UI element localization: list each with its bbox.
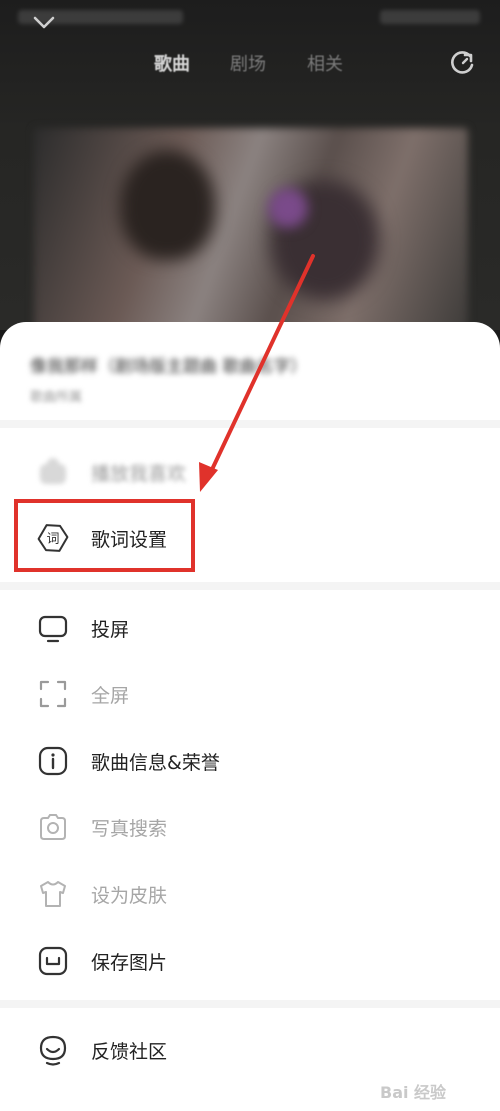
song-subtitle: 歌曲所属 [30,390,83,405]
user-icon [40,458,66,484]
menu-item-photo-search[interactable]: 写真搜索 [36,806,466,846]
feedback-icon [39,1035,67,1066]
chevron-down-icon[interactable] [30,10,58,34]
divider [0,420,500,428]
menu-item-label: 设为皮肤 [91,885,168,907]
menu-item-feedback[interactable]: 反馈社区 [36,1029,466,1069]
photo-figure-left [120,150,215,260]
status-bar [0,0,500,36]
status-bar-right [380,10,480,24]
photo-accent [268,188,308,228]
menu-item-label: 播放我喜欢 [91,463,187,485]
player-background: 歌曲 剧场 相关 [0,0,500,338]
tshirt-icon [40,881,66,907]
menu-item-set-skin[interactable]: 设为皮肤 [36,873,466,913]
album-photo [34,128,468,338]
fullscreen-icon [39,680,67,708]
highlight-box [14,499,195,572]
menu-item-label: 反馈社区 [91,1041,168,1063]
menu-item-label: 全屏 [91,685,130,707]
menu-item-label: 写真搜索 [91,818,168,840]
watermark: Bai 经验 [380,1077,492,1105]
tab-related[interactable]: 相关 [307,50,343,76]
save-image-icon [38,946,68,976]
menu-item-blurred[interactable]: 播放我喜欢 [36,451,466,491]
menu-item-fullscreen[interactable]: 全屏 [36,673,466,713]
camera-icon [40,814,66,840]
menu-item-cast[interactable]: 投屏 [36,607,466,647]
tab-song[interactable]: 歌曲 [154,50,190,76]
tab-theater[interactable]: 剧场 [230,50,266,76]
refresh-icon[interactable] [448,48,478,78]
menu-item-label: 保存图片 [91,952,168,974]
divider [0,1000,500,1008]
menu-item-label: 歌曲信息&荣誉 [91,752,220,774]
more-options-sheet [0,322,500,1111]
song-title: 像我那样（剧场版主题曲 歌曲名字） [30,357,308,377]
info-icon [38,746,68,776]
watermark-text: Bai 经验 [380,1083,447,1102]
divider [0,582,500,590]
menu-item-save-image[interactable]: 保存图片 [36,940,466,980]
menu-item-label: 投屏 [91,619,130,641]
cast-icon [38,615,68,643]
menu-item-song-info[interactable]: 歌曲信息&荣誉 [36,740,466,780]
